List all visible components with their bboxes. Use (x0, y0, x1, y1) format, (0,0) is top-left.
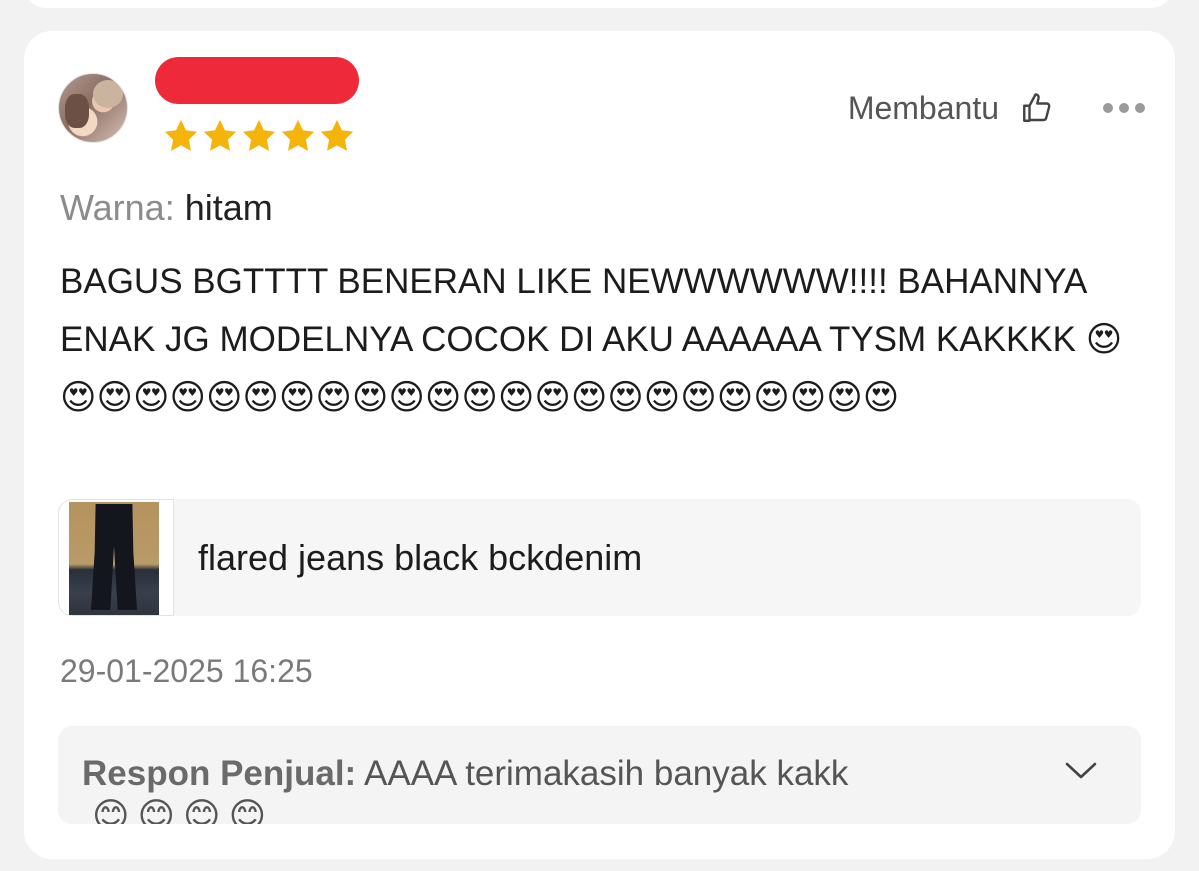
chevron-down-icon (1065, 762, 1097, 779)
thumbs-up-icon (1023, 93, 1051, 122)
product-name: flared jeans black bckdenim (198, 537, 643, 578)
helpful-label: Membantu (847, 89, 999, 126)
star-icon (164, 119, 198, 151)
seller-response-text: Respon Penjual: AAAA terimakasih banyak … (82, 750, 982, 798)
more-icon-dot (1103, 103, 1113, 113)
avatar-photo-shadow (65, 94, 89, 128)
more-icon-dot (1119, 103, 1129, 113)
star-icon (203, 119, 237, 151)
more-icon-dot (1135, 103, 1145, 113)
seller-response-emoji: 😊😊😊😊 (92, 795, 275, 824)
product-thumbnail (58, 499, 174, 616)
helpful-button[interactable]: Membantu (848, 89, 1055, 127)
expand-response-button[interactable] (1063, 758, 1099, 782)
product-variant: Warna: hitam (60, 187, 273, 229)
star-icon (242, 119, 276, 151)
review-date: 29-01-2025 16:25 (60, 653, 313, 689)
seller-response-label: Respon Penjual: (82, 754, 357, 793)
product-link[interactable]: flared jeans black bckdenim (58, 499, 1141, 616)
product-photo (69, 502, 159, 615)
star-icon (320, 119, 354, 151)
review-text: BAGUS BGTTTT BENERAN LIKE NEWWWWWW!!!! B… (60, 262, 1123, 417)
seller-response[interactable]: Respon Penjual: AAAA terimakasih banyak … (58, 726, 1141, 824)
star-icon (281, 119, 315, 151)
seller-response-message: AAAA terimakasih banyak kakk (364, 754, 849, 793)
review-card: Membantu Warna: hitam BAGUS BGTTTT BENER… (24, 31, 1175, 859)
jeans-shape (91, 504, 137, 610)
avatar[interactable] (58, 73, 128, 143)
redacted-username (155, 57, 359, 104)
previous-review-card (24, 0, 1173, 8)
variant-value: hitam (184, 187, 273, 228)
avatar-photo-highlight (93, 80, 123, 108)
star-rating (162, 117, 356, 155)
more-options-button[interactable] (1103, 95, 1145, 121)
variant-label: Warna: (60, 187, 175, 228)
